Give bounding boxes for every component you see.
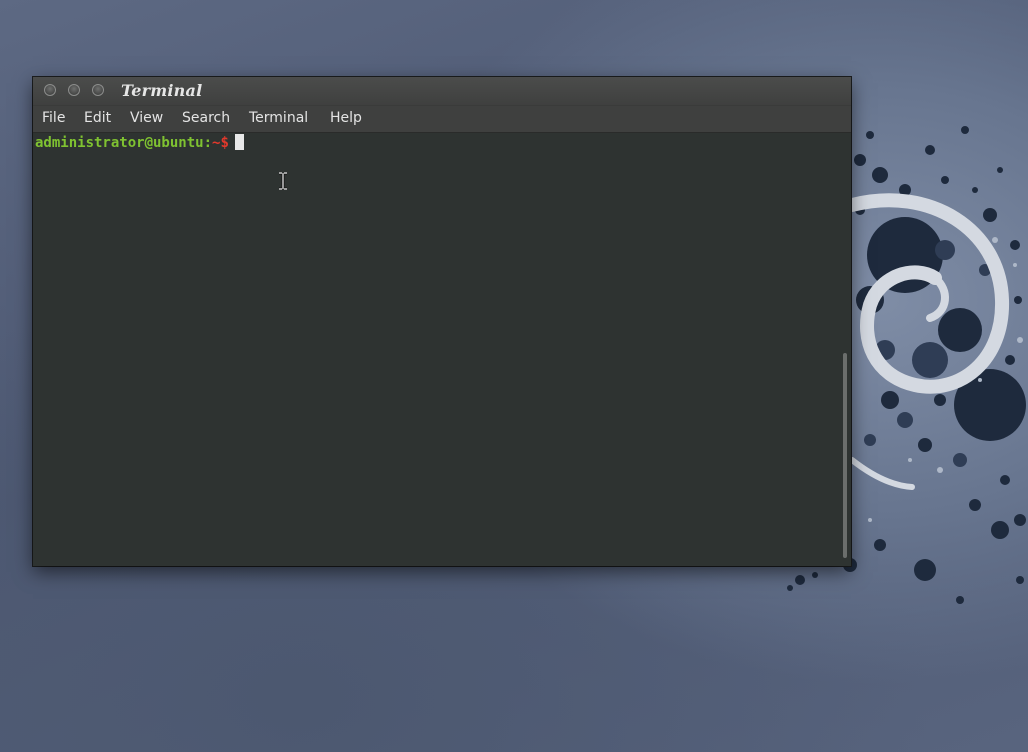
prompt-separator: :	[203, 135, 213, 151]
prompt-symbol: $	[220, 135, 229, 151]
close-button[interactable]	[44, 84, 56, 96]
terminal-window[interactable]: Terminal File Edit View Search Terminal …	[33, 77, 851, 566]
menu-terminal[interactable]: Terminal	[249, 110, 308, 126]
title-bar[interactable]: Terminal	[33, 77, 851, 106]
menu-bar: File Edit View Search Terminal Help	[33, 106, 851, 133]
minimize-button[interactable]	[68, 84, 80, 96]
menu-search[interactable]: Search	[182, 110, 230, 126]
scrollbar-thumb[interactable]	[843, 353, 847, 558]
prompt-user-host: administrator@ubuntu	[35, 135, 204, 151]
vertical-scrollbar[interactable]	[841, 133, 851, 566]
terminal-text-area[interactable]: administrator@ubuntu:~$	[33, 133, 841, 566]
menu-help[interactable]: Help	[330, 110, 362, 126]
menu-file[interactable]: File	[42, 110, 65, 126]
maximize-button[interactable]	[92, 84, 104, 96]
command-prompt: administrator@ubuntu:~$	[35, 134, 244, 152]
text-cursor	[234, 134, 244, 150]
menu-view[interactable]: View	[130, 110, 163, 126]
menu-edit[interactable]: Edit	[84, 110, 111, 126]
window-title: Terminal	[121, 81, 203, 100]
text-cursor-ibeam-icon	[278, 171, 288, 191]
